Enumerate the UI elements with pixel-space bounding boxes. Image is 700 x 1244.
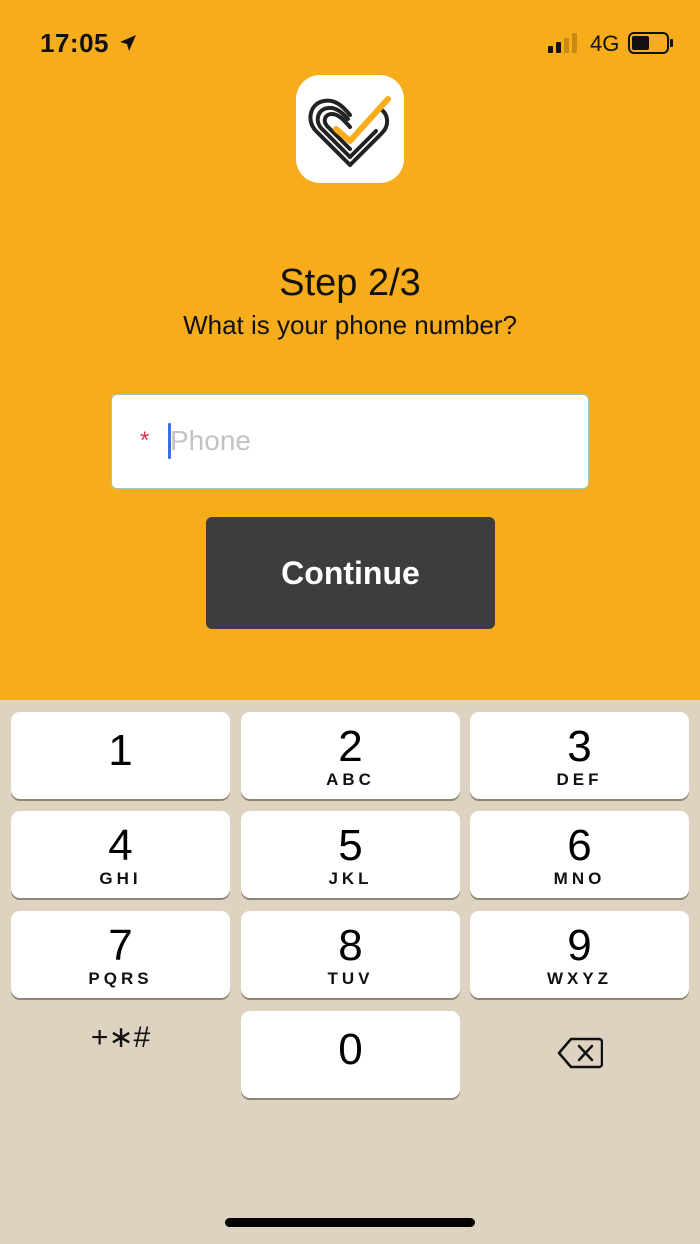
key-3[interactable]: 3 DEF (470, 712, 689, 799)
symbols-key[interactable]: +∗# (11, 1020, 230, 1080)
key-letters: JKL (328, 869, 373, 888)
step-title: Step 2/3 (279, 262, 421, 304)
key-0[interactable]: 0 (241, 1011, 460, 1098)
key-digit: 6 (567, 821, 592, 870)
key-digit: 7 (108, 921, 133, 970)
key-digit: 1 (108, 726, 133, 775)
home-indicator[interactable] (225, 1218, 475, 1227)
step-subtitle: What is your phone number? (183, 310, 517, 340)
key-digit: 3 (567, 722, 592, 771)
status-time: 17:05 (40, 28, 109, 58)
key-digit: 9 (567, 921, 592, 970)
location-arrow-icon (120, 35, 136, 51)
key-digit: 8 (338, 921, 363, 970)
heart-check-logo-icon (308, 96, 391, 167)
network-type: 4G (590, 31, 620, 56)
key-letters: WXYZ (546, 969, 613, 988)
app-logo (296, 75, 404, 183)
key-letters: MNO (553, 869, 606, 888)
key-9[interactable]: 9 WXYZ (470, 911, 689, 998)
backspace-icon (557, 1037, 603, 1069)
key-letters: GHI (99, 869, 142, 888)
required-marker: * (140, 427, 150, 454)
battery-icon (628, 32, 673, 54)
key-7[interactable]: 7 PQRS (11, 911, 230, 998)
key-digit: 0 (338, 1025, 363, 1074)
key-digit: 2 (338, 722, 363, 771)
key-letters: TUV (327, 969, 374, 988)
numeric-keypad: 1 2 ABC 3 DEF 4 GHI 5 JKL 6 MNO 7 PQRS 8… (0, 700, 700, 1244)
signal-icon (548, 33, 577, 53)
key-digit: 5 (338, 821, 363, 870)
key-6[interactable]: 6 MNO (470, 811, 689, 898)
phone-field[interactable]: * (111, 394, 589, 489)
key-4[interactable]: 4 GHI (11, 811, 230, 898)
key-letters: PQRS (88, 969, 153, 988)
delete-key[interactable] (470, 1020, 689, 1086)
key-letters: DEF (556, 770, 603, 789)
continue-button[interactable]: Continue (206, 517, 495, 629)
key-8[interactable]: 8 TUV (241, 911, 460, 998)
phone-input[interactable] (170, 417, 570, 465)
key-2[interactable]: 2 ABC (241, 712, 460, 799)
key-letters: ABC (326, 770, 375, 789)
key-5[interactable]: 5 JKL (241, 811, 460, 898)
key-1[interactable]: 1 (11, 712, 230, 799)
key-digit: 4 (108, 821, 133, 870)
